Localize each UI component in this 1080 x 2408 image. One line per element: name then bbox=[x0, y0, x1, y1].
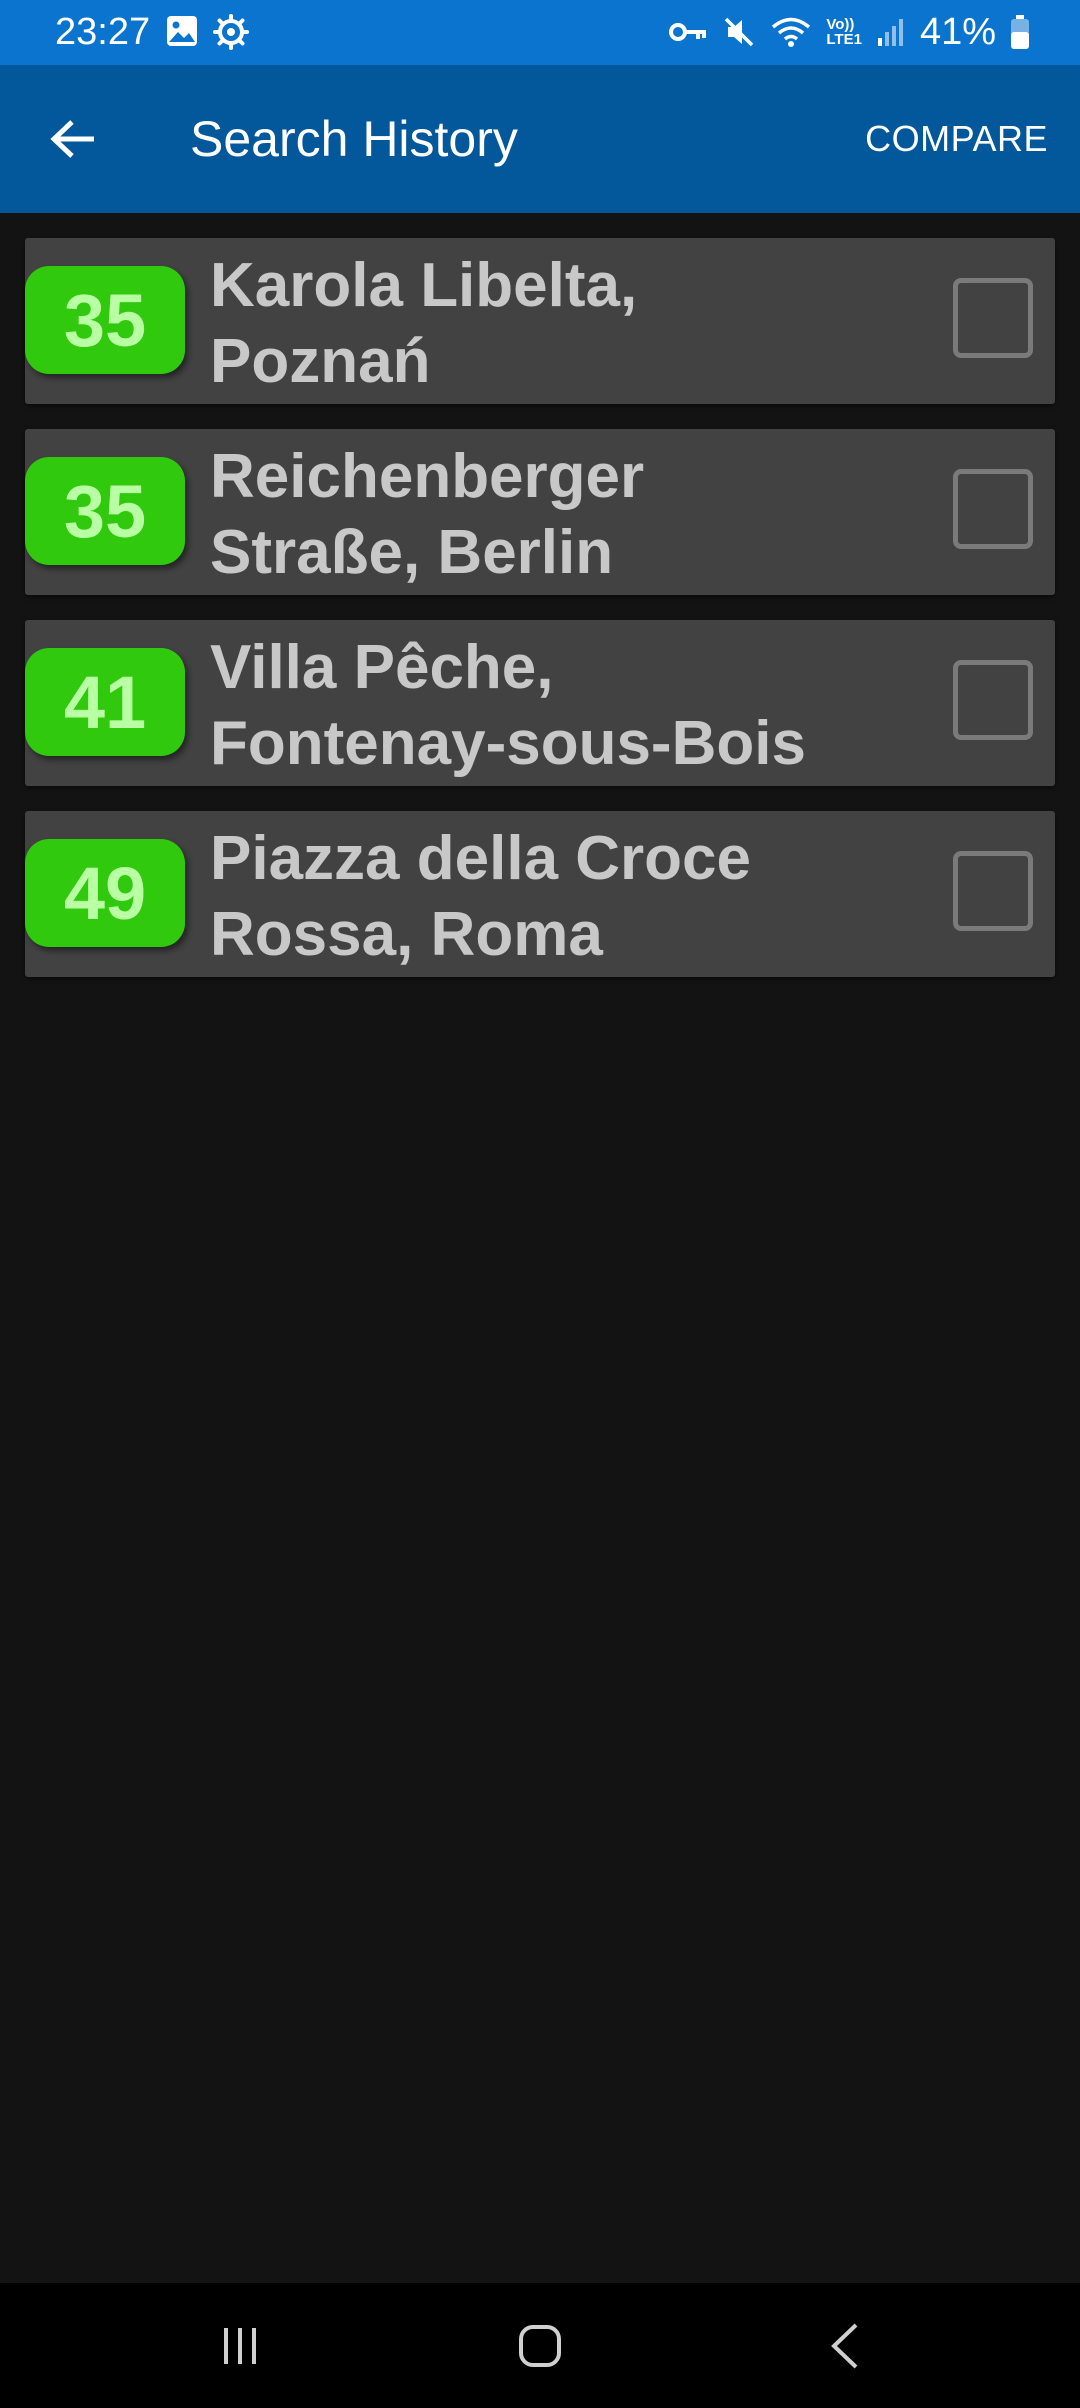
battery-percent: 41% bbox=[919, 11, 996, 53]
history-item[interactable]: 35 Karola Libelta, Poznań bbox=[25, 238, 1055, 404]
lte-label: LTE1 bbox=[826, 31, 862, 48]
compare-button[interactable]: COMPARE bbox=[865, 117, 1048, 161]
select-checkbox[interactable] bbox=[953, 851, 1033, 931]
location-line-1: Karola Libelta, bbox=[210, 251, 638, 320]
history-item[interactable]: 49 Piazza della Croce Rossa, Roma bbox=[25, 811, 1055, 977]
recent-apps-button[interactable] bbox=[200, 2313, 280, 2379]
status-left-icons bbox=[165, 14, 249, 55]
select-checkbox[interactable] bbox=[953, 469, 1033, 549]
status-time: 23:27 bbox=[55, 11, 151, 53]
location-line-1: Reichenberger bbox=[210, 442, 645, 511]
location-name: Villa Pêche, Fontenay-sous-Bois bbox=[210, 630, 810, 782]
location-line-2: Poznań bbox=[210, 327, 431, 396]
location-name: Piazza della Croce Rossa, Roma bbox=[210, 821, 810, 973]
app-bar: Search History COMPARE bbox=[0, 65, 1080, 213]
status-right-icons: Vo)) LTE1 41% bbox=[668, 8, 1030, 56]
vpn-key-icon bbox=[668, 17, 708, 47]
home-button[interactable] bbox=[500, 2313, 580, 2379]
select-checkbox[interactable] bbox=[953, 660, 1033, 740]
search-history-list: 35 Karola Libelta, Poznań 35 Reichenberg… bbox=[25, 238, 1055, 1002]
volte-lte-icon: Vo)) LTE1 bbox=[826, 17, 862, 47]
select-checkbox[interactable] bbox=[953, 278, 1033, 358]
history-item[interactable]: 35 Reichenberger Straße, Berlin bbox=[25, 429, 1055, 595]
back-button[interactable] bbox=[40, 109, 106, 169]
location-line-2: Straße, Berlin bbox=[210, 518, 614, 587]
recent-apps-icon bbox=[224, 2328, 256, 2364]
page-title: Search History bbox=[190, 111, 518, 167]
system-nav-bar bbox=[0, 2283, 1080, 2408]
battery-icon bbox=[1010, 14, 1030, 50]
location-line-1: Villa Pêche, bbox=[210, 633, 554, 702]
gear-icon bbox=[213, 14, 249, 55]
mute-icon bbox=[722, 15, 756, 49]
score-badge: 41 bbox=[25, 648, 185, 756]
location-name: Reichenberger Straße, Berlin bbox=[210, 439, 810, 591]
nav-back-button[interactable] bbox=[805, 2313, 885, 2379]
location-line-2: Fontenay-sous-Bois bbox=[210, 709, 806, 778]
status-bar: 23:27 Vo)) LTE1 41% bbox=[0, 0, 1080, 65]
score-badge: 35 bbox=[25, 457, 185, 565]
location-line-1: Piazza della Croce bbox=[210, 824, 752, 893]
history-item[interactable]: 41 Villa Pêche, Fontenay-sous-Bois bbox=[25, 620, 1055, 786]
arrow-left-icon bbox=[50, 120, 94, 158]
image-icon bbox=[165, 14, 199, 55]
location-line-2: Rossa, Roma bbox=[210, 900, 603, 969]
wifi-icon bbox=[770, 15, 812, 49]
score-badge: 49 bbox=[25, 839, 185, 947]
signal-icon bbox=[876, 16, 906, 48]
location-name: Karola Libelta, Poznań bbox=[210, 248, 810, 400]
score-badge: 35 bbox=[25, 266, 185, 374]
back-icon bbox=[831, 2323, 858, 2369]
home-icon bbox=[519, 2325, 561, 2367]
volte-label: Vo)) bbox=[826, 16, 855, 33]
